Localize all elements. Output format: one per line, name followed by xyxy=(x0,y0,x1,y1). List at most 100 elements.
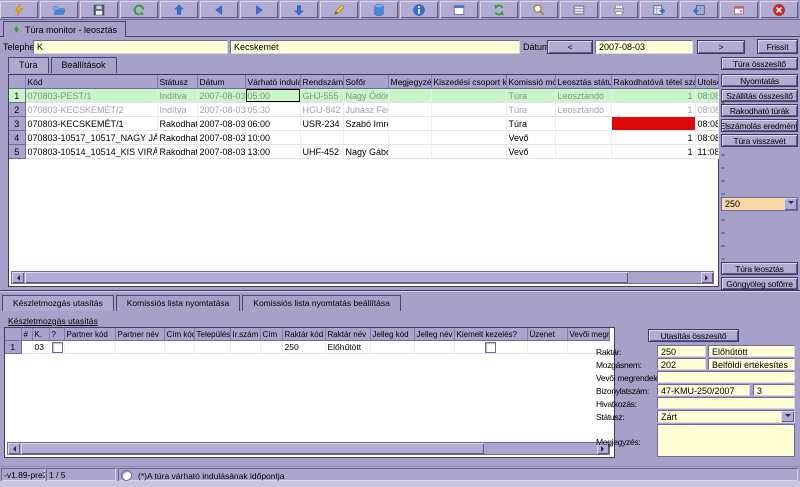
cell-rendszam[interactable]: GHJ-555 xyxy=(300,89,343,103)
cell-rendszam[interactable]: HGU-842 xyxy=(300,103,343,117)
cell-partner-kod[interactable] xyxy=(64,341,115,354)
cell-leosztas[interactable]: Leosztandó xyxy=(555,89,611,103)
stock-col-irszam[interactable]: Ir.szám xyxy=(230,328,260,341)
cell-varhato[interactable]: 10:00 xyxy=(245,131,300,145)
cell-statusz[interactable]: Rakodható xyxy=(157,145,197,159)
cell-jelleg-kod[interactable] xyxy=(370,341,414,354)
utasitas-osszesito-button[interactable]: Utasítás összesítő xyxy=(648,329,739,342)
tab-beallitasok[interactable]: Beállítások xyxy=(51,57,117,73)
scrollbar-thumb[interactable] xyxy=(25,272,628,283)
cell-statusz[interactable]: Indítva xyxy=(157,89,197,103)
stock-col-jelleg-kod[interactable]: Jelleg kód xyxy=(370,328,414,341)
tour-col-kod[interactable]: Kód xyxy=(25,75,157,89)
toolbar-button-previous[interactable] xyxy=(200,1,239,18)
stock-col-kiemelt[interactable]: Kiemelt kezelés? xyxy=(454,328,527,341)
nyomtatas-button[interactable]: Nyomtatás xyxy=(721,74,798,87)
toolbar-button-form[interactable] xyxy=(440,1,479,18)
cell-kod[interactable]: 070803-KECSKEMÉT/2 xyxy=(25,103,157,117)
tour-col-rendszam[interactable]: Rendszám xyxy=(300,75,343,89)
cell-megjegyzes[interactable] xyxy=(388,117,431,131)
tour-col-komissio[interactable]: Komissió mód xyxy=(506,75,555,89)
toolbar-button-exit[interactable] xyxy=(760,1,799,18)
cell-megjegyzes[interactable] xyxy=(388,89,431,103)
cell-leosztas[interactable] xyxy=(555,145,611,159)
status-radio[interactable] xyxy=(121,470,132,481)
cell-cim[interactable] xyxy=(260,341,282,354)
tab-tura[interactable]: Túra xyxy=(8,57,49,73)
cell-varhato[interactable]: 13:00 xyxy=(245,145,300,159)
cell-datum[interactable]: 2007-08-03 xyxy=(197,131,245,145)
tour-row[interactable]: 1 070803-PEST/1 Indítva 2007-08-03 05:00… xyxy=(9,89,718,103)
cell-kiszedesi[interactable] xyxy=(431,145,506,159)
cell-sofor[interactable] xyxy=(343,131,388,145)
stock-col-telepules[interactable]: Település xyxy=(194,328,230,341)
date-next-button[interactable]: > xyxy=(697,40,745,54)
cell-tetel[interactable]: 1 xyxy=(611,89,695,103)
cell-kiszedesi[interactable] xyxy=(431,117,506,131)
cell-raktar-nev[interactable]: Előhűtött xyxy=(325,341,370,354)
cell-kiszedesi[interactable] xyxy=(431,103,506,117)
chevron-down-icon[interactable] xyxy=(781,411,794,422)
stock-grid-hscrollbar[interactable] xyxy=(7,442,610,455)
tura-osszesito-button[interactable]: Túra összesítő xyxy=(721,57,798,70)
cell-varhato-selected[interactable]: 05:00 xyxy=(245,89,300,103)
stock-col-vevoi[interactable]: Vevői megrend xyxy=(567,328,609,341)
row-number[interactable]: 4 xyxy=(9,131,25,145)
row-number[interactable]: 1 xyxy=(9,89,25,103)
cell-datum[interactable]: 2007-08-03 xyxy=(197,117,245,131)
toolbar-button-window[interactable] xyxy=(720,1,759,18)
cell-datum[interactable]: 2007-08-03 xyxy=(197,103,245,117)
stock-col-hash[interactable]: # xyxy=(21,328,32,341)
kiemelt-checkbox[interactable] xyxy=(485,342,496,353)
tab-keszletmozgas-utasitas[interactable]: Készletmozgás utasítás xyxy=(2,295,114,311)
cell-rendszam[interactable]: UHF-452 xyxy=(300,145,343,159)
stock-col-raktar-nev[interactable]: Raktár név xyxy=(325,328,370,341)
warehouse-dropdown[interactable]: 250 xyxy=(721,197,798,211)
bizonylat-count-field[interactable]: 3 xyxy=(753,384,795,396)
cell-cim-kod[interactable] xyxy=(164,341,194,354)
tour-col-megjegyzes[interactable]: Megjegyzés xyxy=(388,75,431,89)
toolbar-button-undo[interactable] xyxy=(120,1,159,18)
tour-col-statusz[interactable]: Státusz xyxy=(157,75,197,89)
cell-statusz[interactable]: Rakodható xyxy=(157,131,197,145)
cell-tetel[interactable]: 1 xyxy=(611,145,695,159)
cell-varhato[interactable]: 06:00 xyxy=(245,117,300,131)
cell-q[interactable] xyxy=(49,341,64,354)
toolbar-button-search[interactable] xyxy=(520,1,559,18)
row-number[interactable]: 1 xyxy=(5,341,21,354)
szallitas-osszesito-button[interactable]: Szállítás összesítő xyxy=(721,89,798,102)
cell-irszam[interactable] xyxy=(230,341,260,354)
site-name-input[interactable]: Kecskemét xyxy=(230,40,520,54)
cell-kod[interactable]: 070803-10514_10514_KIS VIRÁG/1 xyxy=(25,145,157,159)
cell-k[interactable]: 03 xyxy=(32,341,49,354)
tour-col-tetel[interactable]: Rakodhatóvá tétel száma xyxy=(611,75,695,89)
tour-col-kiszedesi[interactable]: Kiszedési csoport kód xyxy=(431,75,506,89)
question-checkbox[interactable] xyxy=(52,342,63,353)
megjegyzes-textarea[interactable] xyxy=(657,424,795,457)
mozgasnem-code-field[interactable]: 202 xyxy=(657,358,706,370)
cell-utolso[interactable]: 08:08 xyxy=(695,89,718,103)
cell-datum[interactable]: 2007-08-03 xyxy=(197,89,245,103)
cell-megjegyzes[interactable] xyxy=(388,131,431,145)
row-number[interactable]: 3 xyxy=(9,117,25,131)
cell-kiszedesi[interactable] xyxy=(431,131,506,145)
cell-datum[interactable]: 2007-08-03 xyxy=(197,145,245,159)
toolbar-button-import[interactable] xyxy=(680,1,719,18)
tura-visszavet-button[interactable]: Túra visszavét xyxy=(721,134,798,147)
cell-kod[interactable]: 070803-PEST/1 xyxy=(25,89,157,103)
tour-grid-hscrollbar[interactable] xyxy=(11,271,714,284)
tour-row[interactable]: 5 070803-10514_10514_KIS VIRÁG/1 Rakodha… xyxy=(9,145,718,159)
tour-col-datum[interactable]: Dátum xyxy=(197,75,245,89)
cell-komissio[interactable]: Vevő xyxy=(506,145,555,159)
toolbar-button-info[interactable] xyxy=(400,1,439,18)
vevoi-megrendeles-field[interactable] xyxy=(657,371,795,383)
cell-megjegyzes[interactable] xyxy=(388,103,431,117)
date-prev-button[interactable]: < xyxy=(547,40,593,54)
tour-row[interactable]: 4 070803-10517_10517_NAGY JÁNOS/1 Rakodh… xyxy=(9,131,718,145)
cell-sofor[interactable]: Nagy Ödön xyxy=(343,89,388,103)
scroll-left-icon[interactable] xyxy=(12,272,24,283)
cell-leosztas[interactable]: Leosztandó xyxy=(555,103,611,117)
cell-statusz[interactable]: Indítva xyxy=(157,103,197,117)
toolbar-button-print[interactable] xyxy=(600,1,639,18)
stock-col-partner-kod[interactable]: Partner kód xyxy=(64,328,115,341)
